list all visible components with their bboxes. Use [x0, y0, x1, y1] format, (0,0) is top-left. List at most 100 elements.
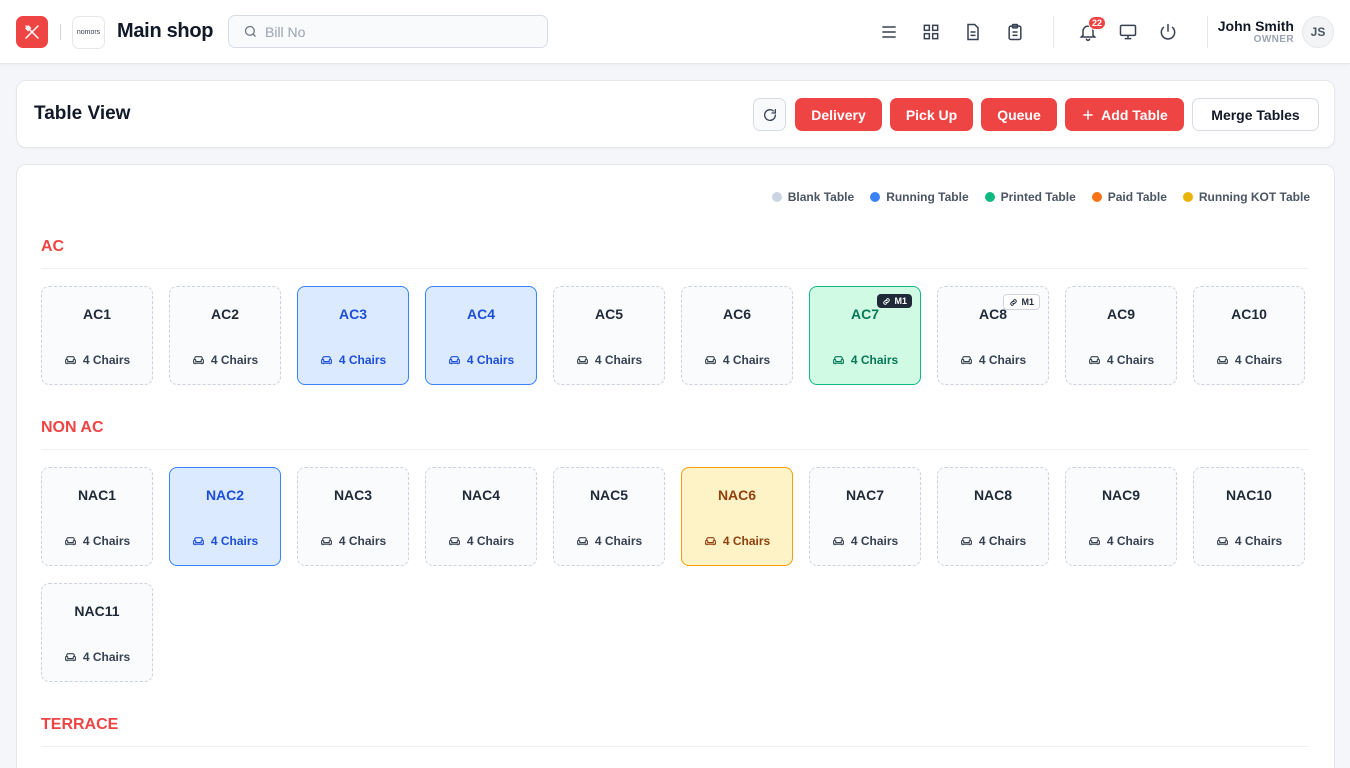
section-divider — [41, 746, 1309, 747]
merge-tag: M1 — [877, 294, 912, 308]
table-name: NAC1 — [77, 487, 117, 503]
table-name: NAC11 — [74, 603, 120, 619]
legend-item: Blank Table — [771, 190, 855, 204]
legend-item: Running KOT Table — [1182, 190, 1310, 204]
app-logo[interactable] — [16, 16, 48, 48]
table-chairs: 4 Chairs — [1066, 534, 1176, 548]
chairs-label: 4 Chairs — [722, 534, 771, 548]
table-card-nac7[interactable]: NAC7 4 Chairs — [809, 467, 921, 566]
chair-icon — [576, 535, 589, 548]
table-card-ac5[interactable]: AC5 4 Chairs — [553, 286, 665, 385]
grid-icon[interactable] — [919, 20, 943, 44]
table-card-nac3[interactable]: NAC3 4 Chairs — [297, 467, 409, 566]
chairs-label: 4 Chairs — [210, 353, 259, 367]
table-card-nac11[interactable]: NAC11 4 Chairs — [41, 583, 153, 682]
table-card-ac6[interactable]: AC6 4 Chairs — [681, 286, 793, 385]
merge-tables-button[interactable]: Merge Tables — [1192, 98, 1319, 131]
legend-dot — [1182, 192, 1193, 202]
queue-button[interactable]: Queue — [981, 98, 1057, 131]
table-chairs: 4 Chairs — [1194, 534, 1304, 548]
chair-icon — [704, 535, 717, 548]
refresh-icon — [763, 108, 776, 121]
legend-label: Paid Table — [1107, 190, 1167, 204]
table-card-nac8[interactable]: NAC8 4 Chairs — [937, 467, 1049, 566]
chair-icon — [64, 354, 77, 367]
chair-icon — [1088, 354, 1101, 367]
chairs-label: 4 Chairs — [978, 534, 1027, 548]
chair-icon — [960, 535, 973, 548]
table-name: NAC8 — [973, 487, 1013, 503]
legend-label: Blank Table — [787, 190, 855, 204]
notification-bell-icon[interactable]: 22 — [1076, 16, 1106, 44]
bill-search[interactable] — [228, 15, 548, 48]
delivery-button[interactable]: Delivery — [795, 98, 882, 131]
table-card-ac7[interactable]: AC7 4 Chairs M1 — [809, 286, 921, 385]
table-card-nac5[interactable]: NAC5 4 Chairs — [553, 467, 665, 566]
refresh-button[interactable] — [753, 98, 786, 131]
table-chairs: 4 Chairs — [1066, 353, 1176, 367]
table-card-ac8[interactable]: AC8 4 Chairs M1 — [937, 286, 1049, 385]
chair-icon — [960, 354, 973, 367]
table-chairs: 4 Chairs — [682, 353, 792, 367]
table-chairs: 4 Chairs — [42, 534, 152, 548]
add-table-button[interactable]: Add Table — [1065, 98, 1184, 131]
chair-icon — [832, 354, 845, 367]
table-name: NAC5 — [589, 487, 629, 503]
table-name: NAC2 — [205, 487, 245, 503]
chairs-label: 4 Chairs — [82, 650, 131, 664]
status-legend: Blank Table Running Table Printed Table Pai… — [771, 190, 1310, 204]
table-chairs: 4 Chairs — [1194, 353, 1304, 367]
table-card-nac4[interactable]: NAC4 4 Chairs — [425, 467, 537, 566]
chair-icon — [192, 354, 205, 367]
chair-icon — [448, 535, 461, 548]
legend-label: Running KOT Table — [1198, 190, 1310, 204]
table-name: AC4 — [466, 306, 495, 322]
table-card-ac1[interactable]: AC1 4 Chairs — [41, 286, 153, 385]
menu-icon[interactable] — [877, 20, 901, 44]
monitor-icon[interactable] — [1116, 20, 1140, 44]
table-card-ac3[interactable]: AC3 4 Chairs — [297, 286, 409, 385]
table-card-nac6[interactable]: NAC6 4 Chairs — [681, 467, 793, 566]
shop-name[interactable]: Main shop — [117, 20, 213, 43]
legend-item: Running Table — [870, 190, 969, 204]
pickup-button[interactable]: Pick Up — [890, 98, 973, 131]
chairs-label: 4 Chairs — [466, 534, 515, 548]
chairs-label: 4 Chairs — [338, 353, 387, 367]
table-card-ac2[interactable]: AC2 4 Chairs — [169, 286, 281, 385]
table-card-ac9[interactable]: AC9 4 Chairs — [1065, 286, 1177, 385]
table-card-ac10[interactable]: AC10 4 Chairs — [1193, 286, 1305, 385]
table-card-nac9[interactable]: NAC9 4 Chairs — [1065, 467, 1177, 566]
table-chairs: 4 Chairs — [426, 353, 536, 367]
power-icon[interactable] — [1156, 20, 1180, 44]
table-chairs: 4 Chairs — [42, 353, 152, 367]
tables-panel: Blank Table Running Table Printed Table Pai… — [16, 164, 1335, 768]
table-card-ac4[interactable]: AC4 4 Chairs — [425, 286, 537, 385]
section-divider — [41, 268, 1309, 269]
plus-icon — [1083, 109, 1093, 120]
legend-label: Running Table — [886, 190, 969, 204]
document-icon[interactable] — [961, 20, 985, 44]
chairs-label: 4 Chairs — [978, 353, 1027, 367]
table-card-nac1[interactable]: NAC1 4 Chairs — [41, 467, 153, 566]
merge-label: M1 — [1021, 297, 1034, 307]
avatar[interactable]: JS — [1302, 16, 1334, 48]
search-input[interactable] — [265, 23, 535, 40]
clipboard-icon[interactable] — [1003, 20, 1027, 44]
link-icon — [1009, 298, 1018, 307]
table-chairs: 4 Chairs — [938, 534, 1048, 548]
user-role: OWNER — [1253, 34, 1294, 45]
table-name: AC10 — [1231, 306, 1267, 322]
table-card-nac2[interactable]: NAC2 4 Chairs — [169, 467, 281, 566]
chair-icon — [576, 354, 589, 367]
table-chairs: 4 Chairs — [682, 534, 792, 548]
legend-label: Printed Table — [1000, 190, 1076, 204]
chairs-label: 4 Chairs — [1106, 353, 1155, 367]
table-name: NAC3 — [333, 487, 373, 503]
chair-icon — [832, 535, 845, 548]
table-name: NAC9 — [1101, 487, 1141, 503]
table-chairs: 4 Chairs — [554, 534, 664, 548]
legend-dot — [984, 192, 995, 202]
legend-dot — [1091, 192, 1102, 202]
shop-logo: nomors — [72, 16, 105, 49]
table-card-nac10[interactable]: NAC10 4 Chairs — [1193, 467, 1305, 566]
